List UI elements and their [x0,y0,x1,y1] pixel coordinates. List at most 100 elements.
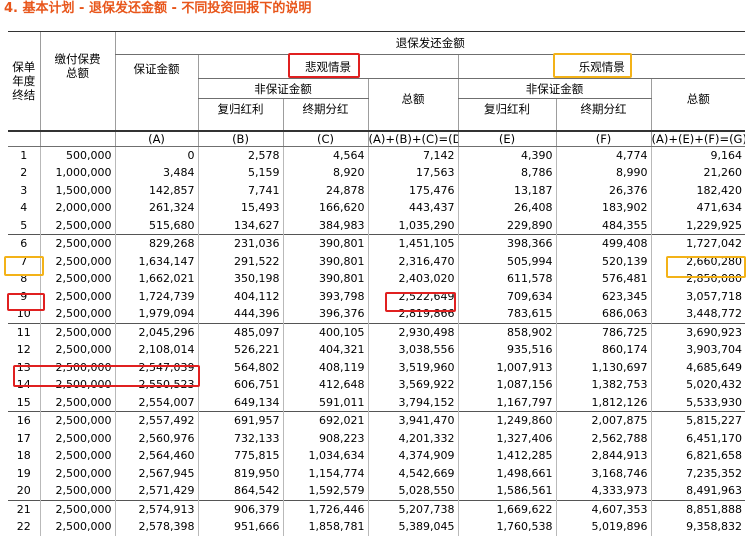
cell-e: 1,586,561 [457,482,556,500]
cell-premium: 1,500,000 [39,181,115,199]
cell-premium: 500,000 [39,146,115,164]
cell-c: 1,034,634 [282,447,368,465]
header-policy-year: 保单 年度 终结 [8,31,40,132]
cell-b: 404,112 [197,287,283,305]
cell-b: 951,666 [197,518,283,536]
header-total-pess: 总额 [367,78,458,132]
cell-a: 2,564,460 [114,447,198,465]
cell-a: 2,574,913 [114,499,198,518]
header-terminal-opt: 终期分红 [555,98,651,132]
cell-d: 5,207,738 [367,499,458,518]
cell-d: 4,201,332 [367,429,458,447]
header-non-guaranteed-opt: 非保证金额 [457,78,651,99]
cell-a: 2,567,945 [114,464,198,482]
cell-f: 786,725 [555,322,651,341]
cell-e: 1,412,285 [457,447,556,465]
cell-premium: 2,500,000 [39,499,115,518]
policy-year-cell: 9 [20,289,28,303]
cell-premium: 2,500,000 [39,234,115,253]
cell-c: 390,801 [282,234,368,253]
cell-premium: 2,500,000 [39,518,115,536]
policy-year-cell: 14 [16,378,31,392]
cell-d: 2,403,020 [367,270,458,288]
table-row: 11 2,500,000 2,045,296 485,097 400,105 2,930,… [8,322,746,341]
cell-g: 9,358,832 [650,518,746,536]
policy-year-cell: 22 [16,520,31,534]
cell-e: 1,167,797 [457,393,556,412]
policy-year-cell: 12 [16,343,31,357]
cell-d: 5,389,045 [367,518,458,536]
cell-f: 2,844,913 [555,447,651,465]
cell-b: 5,159 [197,164,283,182]
cell-b: 819,950 [197,464,283,482]
table-row: 9 2,500,000 1,724,739 404,112 393,798 2,522,6… [8,287,746,305]
cell-f: 484,355 [555,216,651,235]
cell-b: 732,133 [197,429,283,447]
cell-premium: 2,500,000 [39,447,115,465]
cell-a: 261,324 [114,199,198,217]
cell-b: 15,493 [197,199,283,217]
policy-year-cell: 4 [20,201,28,215]
table-row: 18 2,500,000 2,564,460 775,815 1,034,634 4,37… [8,447,746,465]
header-col-d: (A)+(B)+(C)=(D) [367,130,458,147]
cell-e: 1,087,156 [457,376,556,394]
cell-g: 6,451,170 [650,429,746,447]
cell-d: 1,451,105 [367,234,458,253]
table-row: 19 2,500,000 2,567,945 819,950 1,154,774 4,54… [8,464,746,482]
cell-a: 3,484 [114,164,198,182]
policy-year-cell: 11 [8,322,40,341]
cell-f: 2,007,875 [555,411,651,430]
header-guaranteed: 保证金额 [114,54,198,132]
cell-c: 393,798 [282,287,368,305]
cell-e: 1,669,622 [457,499,556,518]
cell-f: 3,168,746 [555,464,651,482]
cell-f: 520,139 [555,252,651,270]
cell-d: 1,035,290 [367,216,458,235]
cell-a: 2,578,398 [114,518,198,536]
cell-e: 4,390 [457,146,556,164]
cell-c: 384,983 [282,216,368,235]
cell-c: 408,119 [282,358,368,376]
cell-f: 2,562,788 [555,429,651,447]
table-row: 17 2,500,000 2,560,976 732,133 908,223 4,201,… [8,429,746,447]
cell-e: 398,366 [457,234,556,253]
cell-a: 2,560,976 [114,429,198,447]
table-row: 6 2,500,000 829,268 231,036 390,801 1,451,105… [8,234,746,253]
header-terminal-pess: 终期分红 [282,98,368,132]
cell-e: 611,578 [457,270,556,288]
policy-year-cell: 16 [8,411,40,430]
policy-year-cell: 6 [8,234,40,253]
cell-a: 2,547,039 [114,358,198,376]
table-row: 13 2,500,000 2,547,039 564,802 408,119 3,519,… [8,358,746,376]
cell-g: 471,634 [650,199,746,217]
cell-a: 2,108,014 [114,341,198,359]
table-row: 1 500,000 0 2,578 4,564 7,142 4,390 4,774 9,164 [8,146,746,164]
cell-b: 7,741 [197,181,283,199]
policy-year-cell: 2 [20,166,28,180]
policy-year-cell: 5 [20,218,28,232]
cell-e: 783,615 [457,305,556,323]
cell-b: 864,542 [197,482,283,500]
cell-e: 858,902 [457,322,556,341]
cell-d: 4,542,669 [367,464,458,482]
cell-e: 709,634 [457,287,556,305]
cell-premium: 2,500,000 [39,464,115,482]
cell-b: 564,802 [197,358,283,376]
cell-g: 8,851,888 [650,499,746,518]
cell-a: 0 [114,146,198,164]
cell-b: 606,751 [197,376,283,394]
cell-c: 1,592,579 [282,482,368,500]
header-col-f: (F) [555,130,651,147]
cell-c: 591,011 [282,393,368,412]
cell-premium: 2,500,000 [39,252,115,270]
cell-b: 350,198 [197,270,283,288]
cell-g: 2,660,280 [650,252,746,270]
cell-d: 5,028,550 [367,482,458,500]
cell-g: 4,685,649 [650,358,746,376]
cell-a: 2,554,007 [114,393,198,412]
header-total-premium: 缴付保费 总额 [39,31,115,132]
cell-d: 7,142 [367,146,458,164]
cell-d: 2,316,470 [367,252,458,270]
cell-d: 2,819,866 [367,305,458,323]
cell-e: 8,786 [457,164,556,182]
